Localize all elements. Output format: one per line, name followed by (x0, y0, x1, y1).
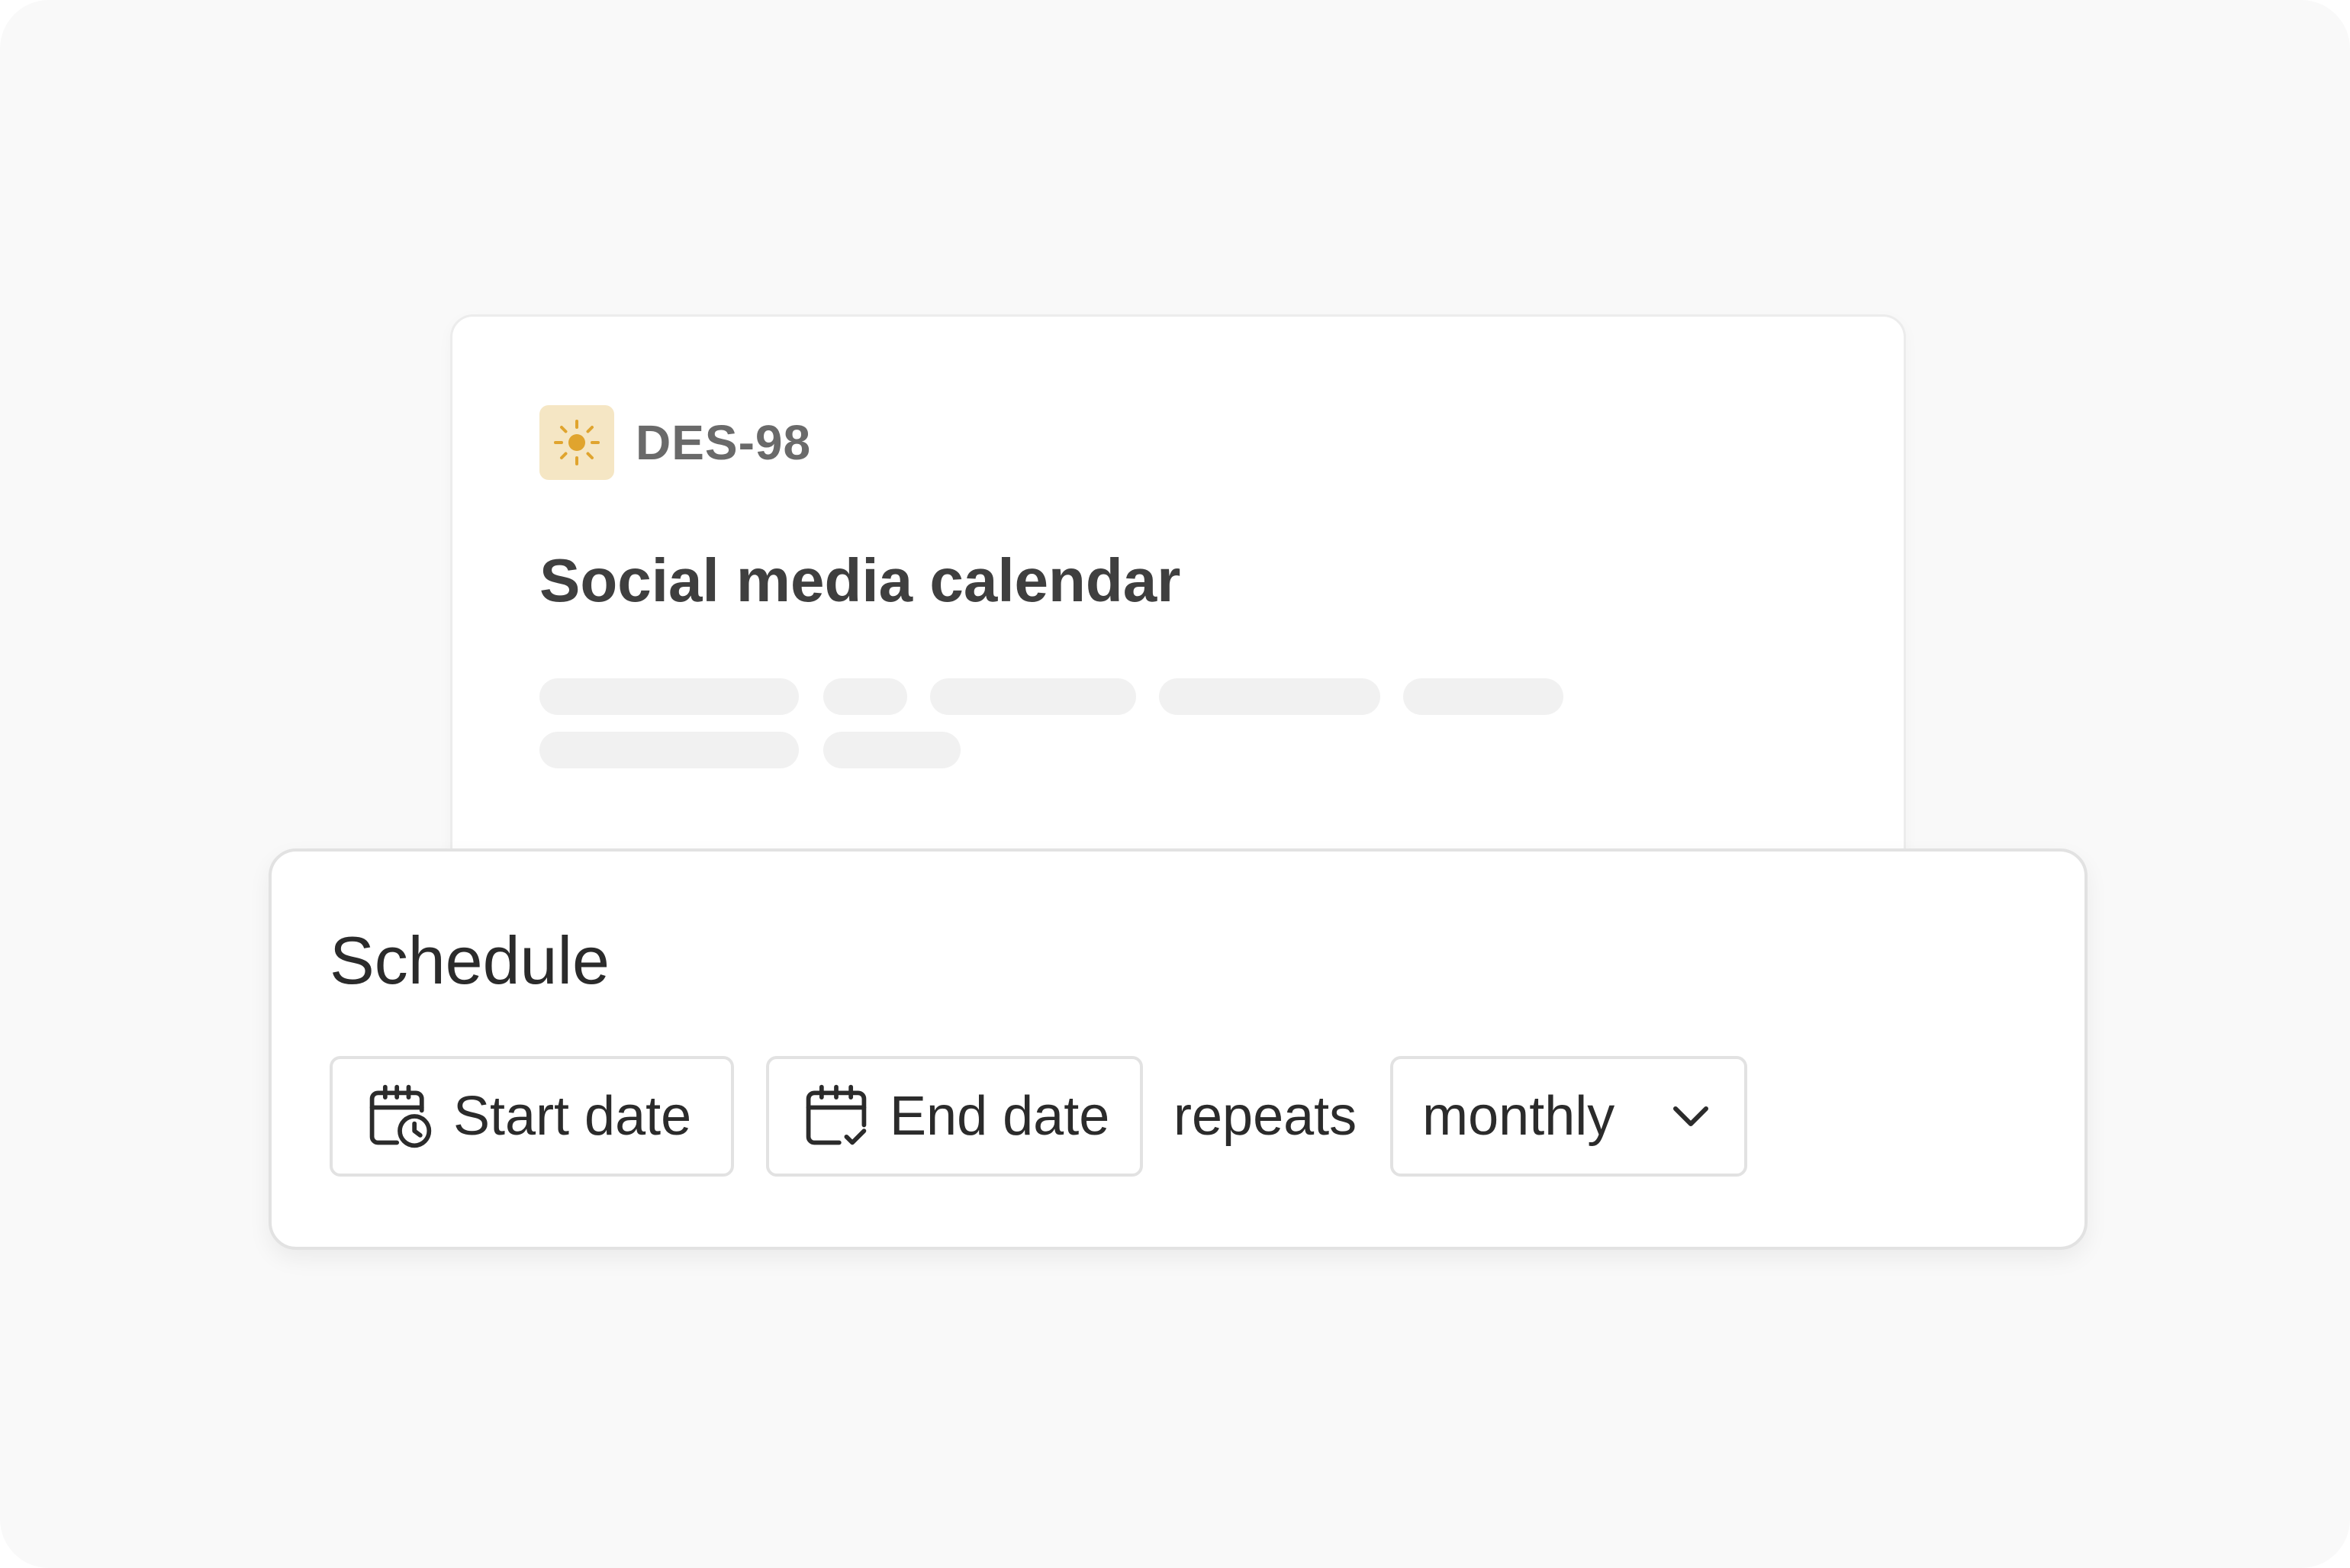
frequency-value: monthly (1422, 1086, 1615, 1147)
skeleton-line (539, 678, 799, 715)
background-canvas: DES-98 Social media calendar Schedule St… (0, 0, 2350, 1568)
chevron-down-icon (1660, 1086, 1721, 1147)
skeleton-line (539, 732, 799, 768)
end-date-button[interactable]: End date (766, 1056, 1143, 1177)
calendar-check-icon (800, 1080, 873, 1153)
start-date-button[interactable]: Start date (330, 1056, 734, 1177)
skeleton-line (823, 678, 907, 715)
skeleton-line (823, 732, 961, 768)
schedule-title: Schedule (330, 922, 610, 998)
skeleton-line (1159, 678, 1380, 715)
skeleton-line (1403, 678, 1563, 715)
sun-icon (539, 405, 614, 480)
schedule-controls: Start date End date repeats monthly (330, 1056, 1748, 1177)
end-date-label: End date (890, 1086, 1110, 1147)
repeats-label: repeats (1173, 1086, 1357, 1147)
issue-id: DES-98 (636, 415, 812, 470)
issue-title: Social media calendar (539, 546, 1181, 614)
start-date-label: Start date (453, 1086, 692, 1147)
frequency-dropdown[interactable]: monthly (1390, 1056, 1748, 1177)
calendar-clock-icon (363, 1080, 436, 1153)
issue-header: DES-98 (539, 405, 811, 480)
skeleton-line (930, 678, 1136, 715)
issue-card[interactable]: DES-98 Social media calendar (450, 314, 1906, 894)
schedule-panel: Schedule Start date End date repeats mon… (269, 848, 2088, 1250)
